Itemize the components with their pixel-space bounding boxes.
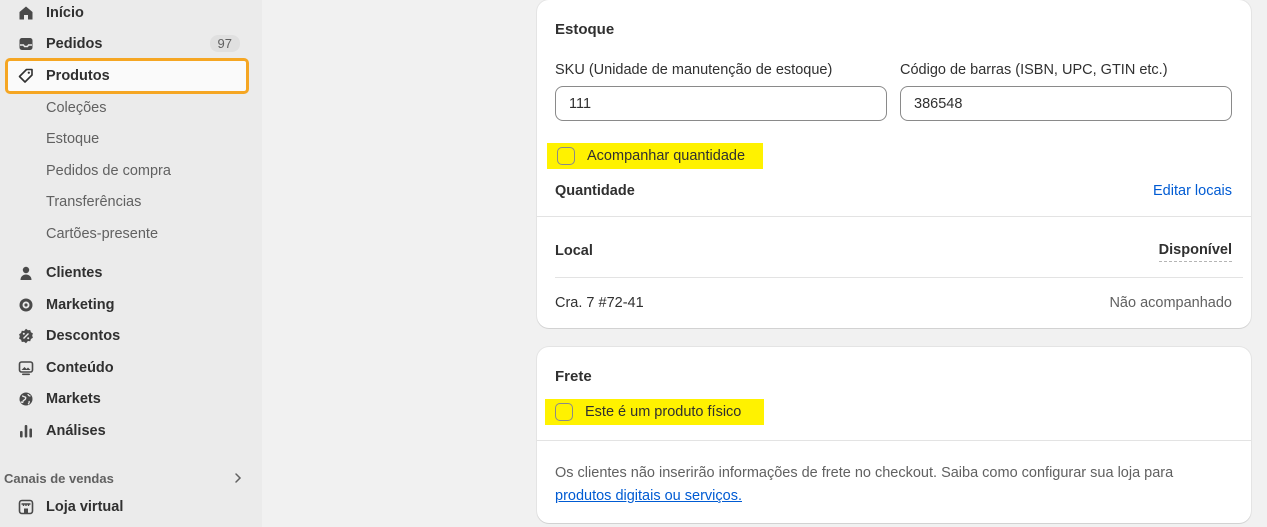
table-row-location: Cra. 7 #72-41 bbox=[555, 295, 644, 311]
track-quantity-row[interactable]: Acompanhar quantidade bbox=[547, 143, 763, 169]
sidebar-item-descontos[interactable]: Descontos bbox=[8, 321, 246, 351]
tag-icon bbox=[18, 68, 34, 84]
inventory-title: Estoque bbox=[555, 21, 615, 38]
sidebar-item-clientes[interactable]: Clientes bbox=[8, 258, 246, 288]
store-icon bbox=[18, 499, 34, 515]
sidebar-item-conteudo[interactable]: Conteúdo bbox=[8, 353, 246, 383]
shipping-card: Frete Este é um produto físico Os client… bbox=[537, 347, 1251, 523]
sku-value: 111 bbox=[569, 95, 592, 112]
barcode-input[interactable]: 386548 bbox=[900, 86, 1232, 121]
divider bbox=[537, 216, 1251, 217]
sidebar-subitem-transferencias[interactable]: Transferências bbox=[46, 190, 141, 214]
sidebar-item-inicio[interactable]: Início bbox=[8, 0, 246, 28]
sku-label: SKU (Unidade de manutenção de estoque) bbox=[555, 62, 833, 78]
inbox-icon bbox=[18, 36, 34, 52]
track-quantity-checkbox[interactable] bbox=[557, 147, 575, 165]
image-icon bbox=[18, 360, 34, 376]
digital-products-link[interactable]: produtos digitais ou serviços. bbox=[555, 488, 742, 504]
globe-icon bbox=[18, 391, 34, 407]
physical-product-checkbox[interactable] bbox=[555, 403, 573, 421]
sidebar-item-label: Marketing bbox=[46, 297, 115, 313]
sidebar-item-marketing[interactable]: Marketing bbox=[8, 290, 246, 320]
shipping-title: Frete bbox=[555, 368, 592, 385]
sidebar-item-analises[interactable]: Análises bbox=[8, 416, 246, 446]
home-icon bbox=[18, 5, 34, 21]
shipping-info-body: Os clientes não inserirão informações de… bbox=[555, 465, 1174, 481]
sidebar: Início Pedidos 97 Produtos Coleções Esto… bbox=[0, 0, 262, 527]
sidebar-subitem-estoque[interactable]: Estoque bbox=[46, 127, 99, 151]
physical-product-row[interactable]: Este é um produto físico bbox=[545, 399, 764, 425]
person-icon bbox=[18, 265, 34, 281]
physical-product-label: Este é um produto físico bbox=[585, 404, 742, 420]
sidebar-item-label: Pedidos bbox=[46, 36, 103, 52]
sales-channels-label: Canais de vendas bbox=[4, 470, 114, 486]
sidebar-item-label: Markets bbox=[46, 391, 101, 407]
shipping-info-text: Os clientes não inserirão informações de… bbox=[555, 462, 1245, 508]
table-header-disponivel[interactable]: Disponível bbox=[1158, 242, 1232, 262]
barcode-label: Código de barras (ISBN, UPC, GTIN etc.) bbox=[900, 62, 1168, 78]
divider bbox=[555, 277, 1243, 278]
table-row-available: Não acompanhado bbox=[1109, 295, 1232, 311]
quantity-label: Quantidade bbox=[555, 183, 635, 199]
sidebar-item-label: Conteúdo bbox=[46, 360, 114, 376]
sidebar-item-produtos[interactable]: Produtos bbox=[5, 58, 249, 94]
sidebar-item-label: Início bbox=[46, 5, 84, 21]
sidebar-item-loja-virtual[interactable]: Loja virtual bbox=[8, 492, 246, 522]
orders-count-badge: 97 bbox=[209, 35, 240, 52]
sidebar-subitem-pedidos-de-compra[interactable]: Pedidos de compra bbox=[46, 159, 171, 183]
sidebar-subitem-cartoes-presente[interactable]: Cartões-presente bbox=[46, 222, 158, 246]
target-icon bbox=[18, 297, 34, 313]
sidebar-item-label: Análises bbox=[46, 423, 106, 439]
edit-locations-link[interactable]: Editar locais bbox=[1153, 183, 1232, 199]
table-header-local: Local bbox=[555, 243, 593, 259]
discount-icon bbox=[18, 328, 34, 344]
sidebar-item-markets[interactable]: Markets bbox=[8, 384, 246, 414]
sku-input[interactable]: 111 bbox=[555, 86, 887, 121]
chevron-right-icon[interactable] bbox=[232, 472, 244, 484]
track-quantity-label: Acompanhar quantidade bbox=[587, 148, 746, 164]
barcode-value: 386548 bbox=[914, 95, 963, 112]
inventory-card: Estoque SKU (Unidade de manutenção de es… bbox=[537, 0, 1251, 328]
sidebar-item-label: Loja virtual bbox=[46, 499, 124, 515]
sidebar-item-label: Descontos bbox=[46, 328, 121, 344]
sidebar-item-pedidos[interactable]: Pedidos 97 bbox=[8, 29, 246, 59]
divider bbox=[537, 440, 1251, 441]
sales-channels-section[interactable]: Canais de vendas bbox=[4, 468, 244, 488]
bar-chart-icon bbox=[18, 423, 34, 439]
sidebar-item-label: Clientes bbox=[46, 265, 103, 281]
sidebar-item-label: Produtos bbox=[46, 68, 110, 84]
sidebar-subitem-colecoes[interactable]: Coleções bbox=[46, 96, 106, 120]
